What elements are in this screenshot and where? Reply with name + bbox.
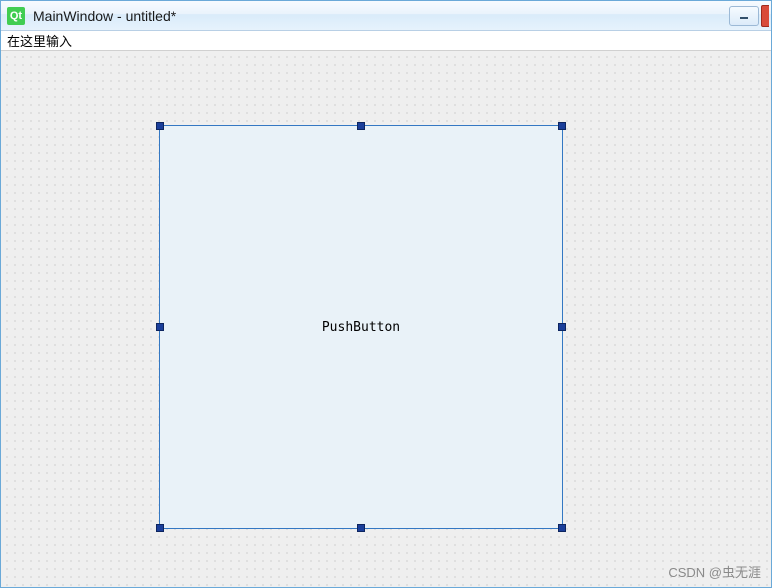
resize-handle-bc[interactable] xyxy=(357,524,365,532)
resize-handle-bl[interactable] xyxy=(156,524,164,532)
menubar[interactable]: 在这里输入 xyxy=(1,31,771,51)
titlebar[interactable]: Qt MainWindow - untitled* xyxy=(1,1,771,31)
watermark: CSDN @虫无涯 xyxy=(668,562,761,581)
resize-handle-br[interactable] xyxy=(558,524,566,532)
main-window: Qt MainWindow - untitled* 在这里输入 PushButt… xyxy=(0,0,772,588)
pushbutton-widget[interactable]: PushButton xyxy=(159,125,563,529)
resize-handle-tc[interactable] xyxy=(357,122,365,130)
resize-handle-tr[interactable] xyxy=(558,122,566,130)
close-button[interactable] xyxy=(761,5,769,27)
design-canvas[interactable]: PushButton xyxy=(1,51,771,587)
menu-placeholder-item[interactable]: 在这里输入 xyxy=(7,31,72,50)
resize-handle-mr[interactable] xyxy=(558,323,566,331)
resize-handle-ml[interactable] xyxy=(156,323,164,331)
resize-handle-tl[interactable] xyxy=(156,122,164,130)
window-controls xyxy=(729,5,769,27)
app-icon: Qt xyxy=(7,7,25,25)
minimize-button[interactable] xyxy=(729,6,759,26)
window-title: MainWindow - untitled* xyxy=(33,8,721,24)
pushbutton-label: PushButton xyxy=(322,320,400,335)
minimize-icon xyxy=(739,12,749,20)
